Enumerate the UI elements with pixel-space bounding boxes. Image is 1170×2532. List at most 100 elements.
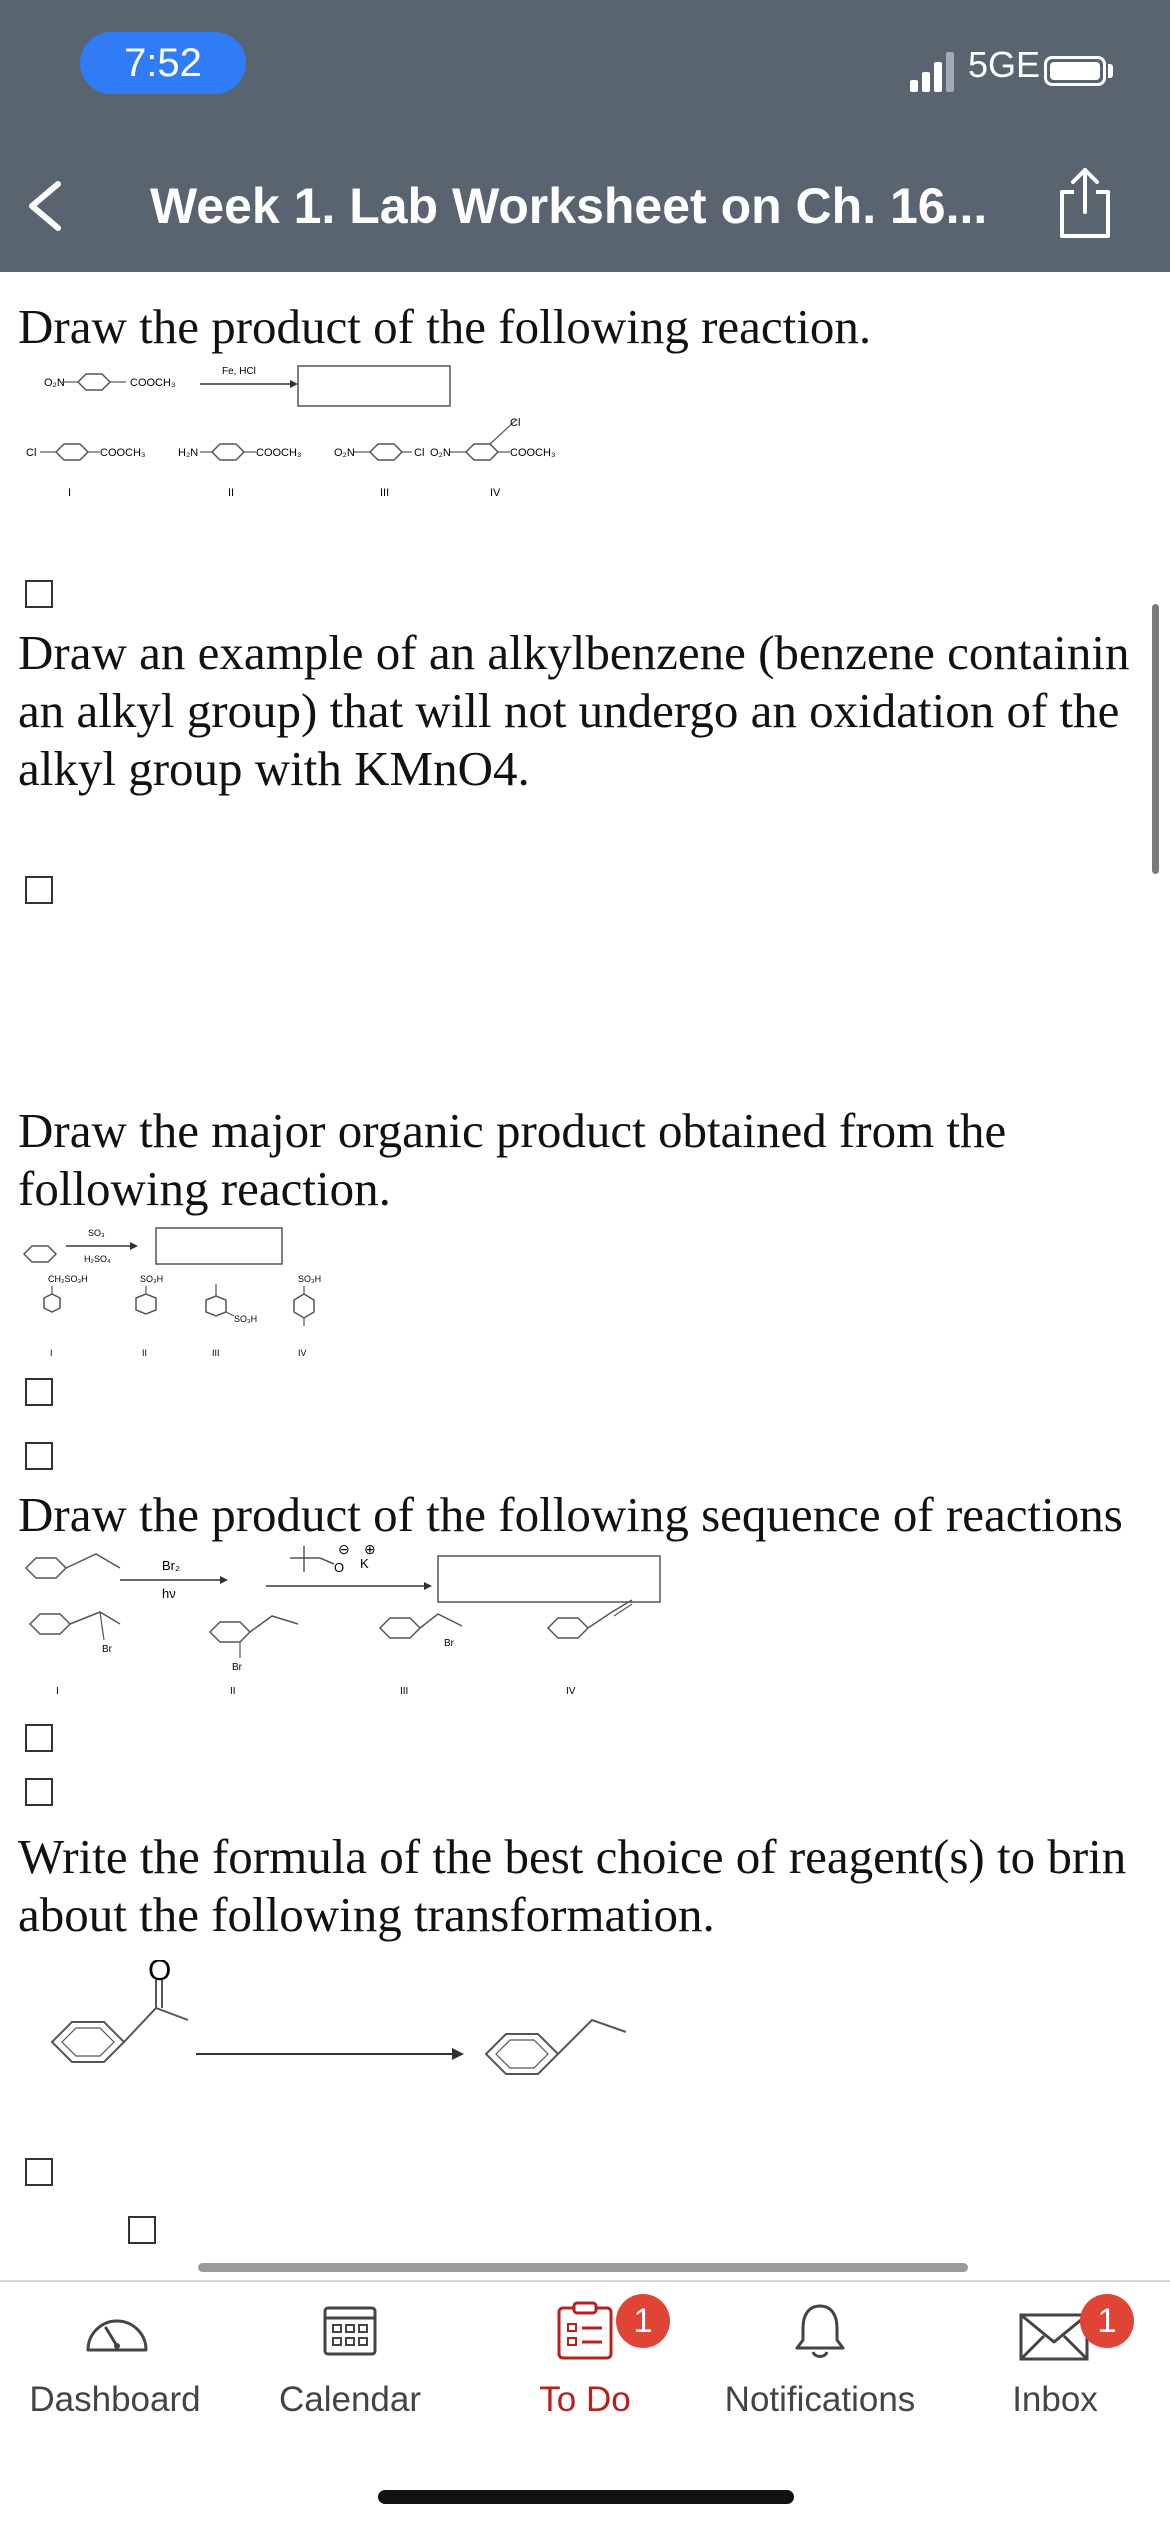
question-4-line: Draw the product of the following sequen… bbox=[18, 1487, 1123, 1542]
svg-text:III: III bbox=[212, 1348, 220, 1358]
question-2-text: . Draw an example of an alkylbenzene (be… bbox=[18, 624, 1170, 798]
q2-answer-checkbox[interactable] bbox=[25, 876, 53, 904]
svg-text:O: O bbox=[148, 1960, 171, 1987]
svg-text:H₂N: H₂N bbox=[178, 447, 198, 459]
q4-choice-IV: IV bbox=[546, 1599, 633, 1697]
svg-text:K: K bbox=[360, 1556, 369, 1571]
question-4-reaction-figure: Br₂ hν O ⊖ ⊕ K Br I Br II Br III IV bbox=[24, 1541, 661, 1697]
dashboard-gauge-icon bbox=[86, 2319, 148, 2352]
svg-text:SO₃: SO₃ bbox=[88, 1228, 105, 1238]
q3-choice-II: SO₃H II bbox=[135, 1274, 163, 1358]
svg-text:Br: Br bbox=[102, 1644, 113, 1655]
q3-choice-IV: SO₃H IV bbox=[293, 1274, 321, 1358]
svg-text:Br₂: Br₂ bbox=[162, 1558, 180, 1573]
tab-label: Notifications bbox=[724, 2380, 916, 2419]
q1-choice-II: H₂N COOCH₃ II bbox=[178, 443, 301, 499]
q1-choice-I: Cl COOCH₃ I bbox=[26, 443, 145, 499]
svg-text:Cl: Cl bbox=[414, 447, 424, 459]
q1-answer-box bbox=[297, 365, 451, 407]
q5-answer-checkbox-2[interactable] bbox=[128, 2216, 156, 2244]
q4-choice-I: Br I bbox=[28, 1611, 121, 1697]
svg-text:hν: hν bbox=[162, 1586, 176, 1601]
question-2-line: alkyl group with KMnO4. bbox=[18, 741, 530, 796]
svg-text:O: O bbox=[334, 1560, 344, 1575]
svg-text:O₂N: O₂N bbox=[430, 447, 451, 459]
calendar-icon bbox=[323, 2306, 377, 2356]
svg-text:IV: IV bbox=[298, 1348, 307, 1358]
page-title: Week 1. Lab Worksheet on Ch. 16... bbox=[150, 178, 988, 234]
svg-text:Br: Br bbox=[444, 1638, 455, 1649]
svg-text:II: II bbox=[228, 487, 234, 499]
q4-choice-II: Br II bbox=[208, 1615, 299, 1697]
q3-choice-I: CH₂SO₃H I bbox=[43, 1274, 88, 1358]
todo-clipboard-icon bbox=[557, 2301, 613, 2360]
svg-text:SO₃H: SO₃H bbox=[234, 1314, 257, 1324]
tab-dashboard[interactable]: Dashboard bbox=[10, 2280, 220, 2460]
svg-text:CH₂SO₃H: CH₂SO₃H bbox=[48, 1274, 88, 1284]
svg-text:⊕: ⊕ bbox=[364, 1541, 376, 1557]
q1-reagent: Fe, HCl bbox=[222, 366, 256, 377]
horizontal-scrollbar[interactable] bbox=[198, 2263, 968, 2272]
svg-text:I: I bbox=[56, 1686, 59, 1697]
question-3-text: . Draw the major organic product obtaine… bbox=[18, 1102, 1170, 1218]
question-3-line: following reaction. bbox=[18, 1161, 391, 1216]
q4-answer-checkbox[interactable] bbox=[25, 1724, 53, 1752]
share-icon[interactable] bbox=[1054, 166, 1116, 242]
question-5-line: about the following transformation. bbox=[18, 1887, 715, 1942]
svg-text:Cl: Cl bbox=[26, 447, 36, 459]
svg-text:I: I bbox=[50, 1348, 53, 1358]
q1-choice-III: O₂N Cl III bbox=[334, 443, 424, 499]
svg-text:COOCH₃: COOCH₃ bbox=[100, 447, 145, 459]
svg-text:⊖: ⊖ bbox=[338, 1541, 350, 1557]
q1-answer-checkbox[interactable] bbox=[25, 580, 53, 608]
question-5-text: . Write the formula of the best choice o… bbox=[18, 1828, 1170, 1944]
svg-text:H₂SO₄: H₂SO₄ bbox=[84, 1254, 111, 1264]
tab-calendar[interactable]: Calendar bbox=[245, 2280, 455, 2460]
vertical-scrollbar[interactable] bbox=[1152, 604, 1159, 874]
q1-reactant-right: COOCH₃ bbox=[130, 377, 175, 389]
svg-text:O₂N: O₂N bbox=[334, 447, 355, 459]
question-1-reaction-figure: O₂N COOCH₃ Fe, HCl Cl COOCH₃ I H₂N COOCH… bbox=[26, 365, 555, 499]
inbox-badge: 1 bbox=[1080, 2294, 1134, 2348]
question-3-reaction-figure: SO₃ H₂SO₄ CH₂SO₃H I SO₃H II SO₃H III SO₃… bbox=[22, 1227, 321, 1358]
back-chevron-icon[interactable] bbox=[20, 178, 70, 234]
q3-answer-box bbox=[155, 1227, 283, 1265]
q1-reactant-left: O₂N bbox=[44, 377, 65, 389]
svg-text:COOCH₃: COOCH₃ bbox=[510, 447, 555, 459]
question-1-line: Draw the product of the following reacti… bbox=[18, 299, 872, 354]
q3-choice-III: SO₃H III bbox=[205, 1284, 257, 1358]
todo-badge: 1 bbox=[616, 2294, 670, 2348]
q4-answer-checkbox-2[interactable] bbox=[25, 1778, 53, 1806]
battery-icon bbox=[1044, 56, 1106, 86]
question-2-line: Draw an example of an alkylbenzene (benz… bbox=[18, 625, 1130, 680]
svg-text:Br: Br bbox=[232, 1662, 243, 1673]
question-4-text: .Draw the product of the following seque… bbox=[18, 1486, 1170, 1544]
tab-label: Inbox bbox=[1012, 2380, 1098, 2419]
bell-icon bbox=[795, 2304, 845, 2358]
q3-answer-checkbox-2[interactable] bbox=[25, 1442, 53, 1470]
signal-strength-icon bbox=[910, 52, 954, 92]
question-2-line: an alkyl group) that will not undergo an… bbox=[18, 683, 1120, 738]
svg-text:I: I bbox=[68, 487, 71, 499]
svg-text:COOCH₃: COOCH₃ bbox=[256, 447, 301, 459]
tab-notifications[interactable]: Notifications bbox=[715, 2280, 925, 2460]
question-1-text: .Draw the product of the following react… bbox=[18, 298, 1170, 356]
svg-text:II: II bbox=[230, 1686, 236, 1697]
svg-text:IV: IV bbox=[490, 487, 501, 499]
svg-text:III: III bbox=[400, 1686, 408, 1697]
question-5-reaction-figure: O bbox=[50, 1960, 627, 2075]
status-time: 7:52 bbox=[80, 32, 246, 94]
q1-choice-IV: O₂N Cl COOCH₃ IV bbox=[430, 417, 555, 499]
network-type: 5GE bbox=[968, 44, 1041, 85]
q4-answer-box bbox=[437, 1555, 661, 1603]
q5-answer-checkbox[interactable] bbox=[25, 2158, 53, 2186]
svg-text:II: II bbox=[142, 1348, 147, 1358]
q3-answer-checkbox[interactable] bbox=[25, 1378, 53, 1406]
home-indicator[interactable] bbox=[378, 2490, 794, 2504]
tab-inbox[interactable]: 1 Inbox bbox=[950, 2280, 1160, 2460]
tab-todo[interactable]: 1 To Do bbox=[480, 2280, 690, 2460]
svg-text:III: III bbox=[380, 487, 389, 499]
q4-choice-III: Br III bbox=[378, 1613, 463, 1697]
tab-label: To Do bbox=[539, 2380, 631, 2419]
svg-text:Cl: Cl bbox=[510, 417, 520, 429]
